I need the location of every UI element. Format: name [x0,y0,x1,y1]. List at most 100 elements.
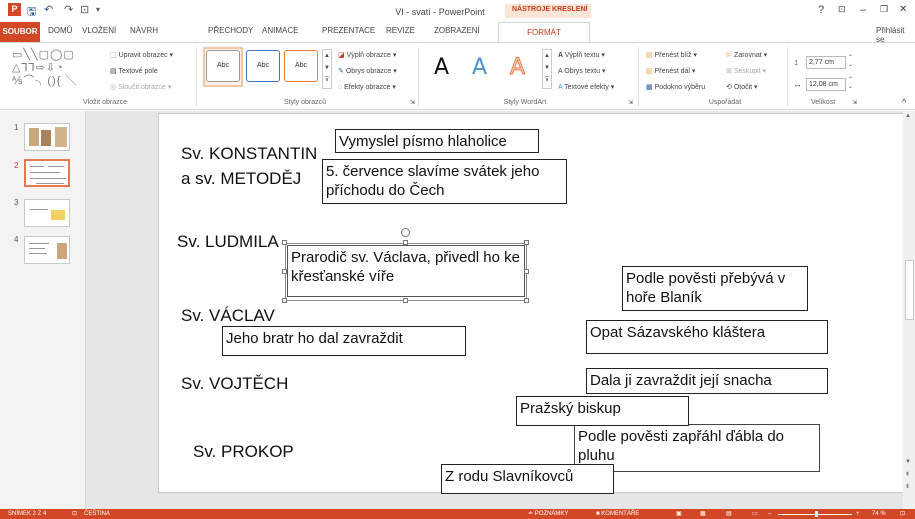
shape-style-sample-2[interactable]: Abc [246,50,280,82]
wordart-sample-2[interactable]: A [472,55,487,80]
help-icon[interactable]: ? [818,4,824,16]
saint-konstantin-label[interactable]: Sv. KONSTANTIN [181,144,317,164]
slideshow-icon[interactable]: ▭ [752,509,758,519]
wordart-more-icon[interactable]: ▲ ▼ ⊽ [542,49,552,89]
tab-view[interactable]: ZOBRAZENÍ [434,26,480,35]
height-spinner-icon[interactable]: ⌃ ⌄ [848,55,853,69]
ribbon-display-options-icon[interactable]: ⊡ [838,4,846,15]
resize-handle[interactable] [524,240,529,245]
shape-outline-button[interactable]: ✎ Obrys obrazce ▾ [338,67,397,75]
scroll-down-icon[interactable]: ▼ [905,459,911,465]
wordart-launcher-icon[interactable]: ⇲ [628,99,633,106]
slide-thumbnail-2[interactable] [24,159,70,187]
notes-button[interactable]: ≐ POZNÁMKY [528,509,568,519]
wordart-sample-3[interactable]: A [509,55,525,81]
answer-box-bratr[interactable]: Jeho bratr ho dal zavraždit [222,326,466,356]
thumbnail-line [30,178,66,179]
align-button[interactable]: ⊫ Zarovnat ▾ [726,51,767,59]
text-fill-button[interactable]: A Výplň textu ▾ [558,51,605,59]
tab-format[interactable]: FORMÁT [498,22,590,43]
outline-pen-icon: ✎ [338,68,346,75]
text-box-button[interactable]: ▤ Textové pole [110,67,158,75]
tab-transitions[interactable]: PŘECHODY [208,26,253,35]
tab-design[interactable]: NÁVRH [130,26,158,35]
scrollbar-thumb[interactable] [905,260,914,320]
shape-effects-button[interactable]: ◌ Efekty obrazce ▾ [338,83,396,91]
tab-slideshow[interactable]: PREZENTACE [322,26,375,35]
scroll-up-icon[interactable]: ▲ [905,113,911,119]
answer-box-biskup[interactable]: Pražský biskup [516,396,689,426]
tab-file[interactable]: SOUBOR [0,22,40,42]
tab-review[interactable]: REVIZE [386,26,415,35]
zoom-slider-thumb[interactable] [815,511,818,517]
text-effects-button[interactable]: A Textové efekty ▾ [558,83,614,91]
title-bar: P 🖫 ↶ ↷ ⊡ ▾ VI - svatí - PowerPoint NÁST… [0,0,915,22]
shape-styles-launcher-icon[interactable]: ⇲ [410,99,415,106]
answer-box-svatek[interactable]: 5. července slavíme svátek jeho příchodu… [322,159,567,204]
selection-pane-button[interactable]: ▦ Podokno výběru [646,83,705,91]
width-spinner-icon[interactable]: ⌃ ⌄ [848,77,853,91]
slide-thumbnail-3[interactable] [24,199,70,227]
bring-forward-icon: ▤ [646,52,655,59]
zoom-out-icon[interactable]: – [768,509,771,519]
size-launcher-icon[interactable]: ⇲ [852,99,857,106]
shape-style-sample-3[interactable]: Abc [284,50,318,82]
resize-handle[interactable] [403,240,408,245]
language-indicator[interactable]: ČEŠTINA [84,509,110,519]
answer-box-sazava[interactable]: Opat Sázavského kláštera [586,320,828,354]
close-icon[interactable]: ✕ [899,4,907,15]
saint-metodej-label[interactable]: a sv. METODĚJ [181,169,301,189]
resize-handle[interactable] [524,269,529,274]
text-outline-button[interactable]: A Obrys textu ▾ [558,67,605,75]
minimize-icon[interactable]: – [860,4,866,16]
reading-view-icon[interactable]: ▤ [726,509,732,519]
fit-to-window-icon[interactable]: ⊡ [900,509,905,519]
shape-style-sample-1[interactable]: Abc [206,50,240,82]
saint-vaclav-label[interactable]: Sv. VÁCLAV [181,306,275,326]
saint-ludmila-label[interactable]: Sv. LUDMILA [177,232,279,252]
resize-handle[interactable] [282,298,287,303]
resize-handle[interactable] [282,240,287,245]
answer-box-blanik[interactable]: Podle pověsti přebývá v hoře Blaník [622,266,808,311]
slide-sorter-icon[interactable]: ▦ [700,509,706,519]
tab-animations[interactable]: ANIMACE [262,26,298,35]
group-button[interactable]: ⊞ Seskupit ▾ [726,67,766,75]
answer-box-hlaholice[interactable]: Vymyslel písmo hlaholice [335,129,539,153]
saint-prokop-label[interactable]: Sv. PROKOP [193,442,294,462]
edit-shape-button[interactable]: ⬚ Upravit obrazec ▾ [110,51,173,59]
resize-handle[interactable] [524,298,529,303]
comments-button[interactable]: ■ KOMENTÁŘE [596,509,639,519]
next-slide-icon[interactable]: ⇟ [905,483,910,490]
merge-shapes-button[interactable]: ◎ Sloučit obrazce ▾ [110,83,171,91]
shape-height-field[interactable]: 2,77 cm [806,56,846,69]
slide-thumbnail-4[interactable] [24,236,70,264]
tab-insert[interactable]: VLOŽENÍ [82,26,116,35]
group-label-insert-shapes: Vložit obrazce [83,99,127,106]
slide-canvas[interactable]: Sv. KONSTANTIN a sv. METODĚJ Sv. LUDMILA… [158,113,904,494]
tab-home[interactable]: DOMŮ [48,26,72,35]
shape-width-field[interactable]: 12,08 cm [806,78,846,91]
spellcheck-icon[interactable]: ⊡ [72,509,77,519]
rotate-button[interactable]: ⟲ Otočit ▾ [726,83,758,91]
previous-slide-icon[interactable]: ⇞ [905,471,910,478]
zoom-level[interactable]: 74 % [872,509,886,519]
send-backward-button[interactable]: ▥ Přenést dál ▾ [646,67,695,75]
wordart-sample-1[interactable]: A [434,55,449,80]
slide-thumbnail-1[interactable] [24,123,70,151]
rotate-handle-icon[interactable] [401,228,410,237]
answer-box-snacha[interactable]: Dala ji zavraždit její snacha [586,368,828,394]
zoom-in-icon[interactable]: + [856,509,860,519]
restore-icon[interactable]: ❐ [880,4,888,15]
resize-handle[interactable] [403,298,408,303]
shape-fill-button[interactable]: ◪ Výplň obrazce ▾ [338,51,396,59]
answer-box-slavnikovci[interactable]: Z rodu Slavníkovců [441,464,614,494]
shapes-gallery[interactable]: ▭╲╲▢◯▢ △⅂⅂⇨⇩◔ ⅍⌒╮(){ ╲ [12,49,98,89]
group-label-size: Velikost [810,99,836,106]
resize-handle[interactable] [282,269,287,274]
bring-forward-button[interactable]: ▤ Přenést blíž ▾ [646,51,697,59]
collapse-ribbon-icon[interactable]: ^ [902,97,906,107]
saint-vojtech-label[interactable]: Sv. VOJTĚCH [181,374,288,394]
shape-styles-more-icon[interactable]: ▲ ▼ ⊽ [322,49,332,89]
normal-view-icon[interactable]: ▣ [676,509,682,519]
ribbon-separator [196,47,197,107]
